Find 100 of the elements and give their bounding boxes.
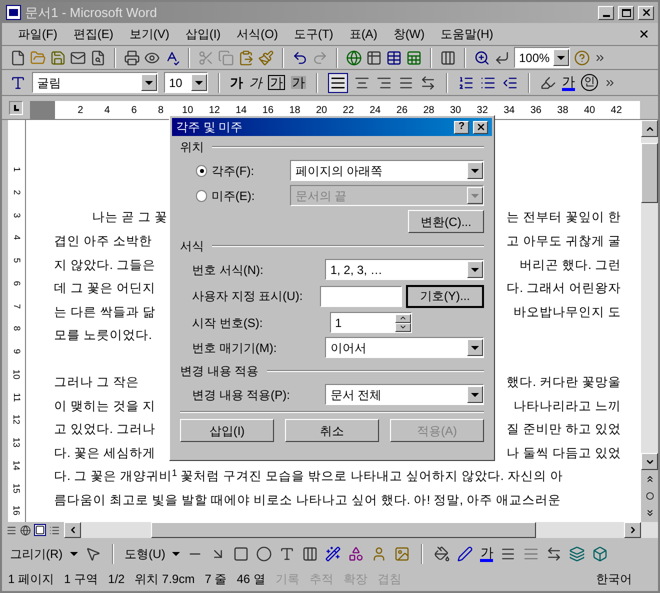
text-box-icon[interactable] bbox=[279, 546, 296, 562]
close-button[interactable] bbox=[473, 120, 488, 134]
justify-button[interactable] bbox=[328, 72, 348, 92]
menu-item[interactable]: 편집(E) bbox=[65, 25, 122, 43]
browse-object-icon[interactable] bbox=[646, 492, 654, 500]
menu-item[interactable]: 도구(T) bbox=[286, 25, 342, 43]
tab-stop-icon[interactable] bbox=[9, 101, 23, 115]
shapes-menu[interactable]: 도형(U) bbox=[124, 544, 166, 562]
oval-icon[interactable] bbox=[256, 546, 272, 562]
menu-item[interactable]: 파일(F) bbox=[10, 25, 66, 43]
help-icon[interactable] bbox=[574, 50, 590, 66]
font-color-button[interactable]: 가 bbox=[562, 74, 575, 90]
undo-icon[interactable] bbox=[292, 50, 308, 66]
numbering-select[interactable]: 이어서 bbox=[325, 337, 484, 358]
menu-item[interactable]: 보기(V) bbox=[121, 25, 178, 43]
text-style-button[interactable]: 가 bbox=[249, 76, 262, 89]
text-style-button[interactable]: 가 bbox=[230, 76, 243, 89]
line-spacing-icon[interactable] bbox=[420, 74, 436, 90]
menu-item[interactable]: 표(A) bbox=[341, 25, 386, 43]
highlighter-icon[interactable] bbox=[540, 74, 556, 90]
zoom-select[interactable]: 100% bbox=[514, 47, 570, 68]
dialog-button[interactable]: 삽입(I) bbox=[180, 419, 274, 442]
clip-art-icon[interactable] bbox=[371, 546, 388, 562]
custom-mark-field[interactable] bbox=[320, 286, 402, 306]
document-text: 름다움이 최고로 빛을 발할 때에야 비로소 나타나고 싶어 했다. 아! 정말, 아주 애교스러운 bbox=[54, 492, 562, 509]
field-label: 사용자 지정 표시(U): bbox=[192, 288, 304, 305]
vertical-scrollbar[interactable] bbox=[641, 120, 658, 522]
pointer-icon[interactable] bbox=[84, 546, 101, 562]
page-view-button[interactable] bbox=[34, 524, 46, 536]
page-search-icon[interactable] bbox=[90, 50, 106, 66]
return-arrow-icon[interactable] bbox=[494, 50, 510, 66]
document-text: 나타나리라고 느끼 bbox=[514, 398, 621, 415]
columns-icon[interactable] bbox=[440, 50, 456, 66]
text-style-button[interactable]: 가 bbox=[268, 75, 285, 90]
indent-icon[interactable] bbox=[502, 74, 518, 90]
scrollbar-thumb[interactable] bbox=[151, 522, 536, 538]
align-center-icon[interactable] bbox=[354, 74, 370, 90]
pen-icon[interactable] bbox=[457, 546, 474, 562]
ruler-number: 16 bbox=[11, 506, 23, 516]
location-select[interactable]: 페이지의 아래쪽 bbox=[290, 160, 484, 181]
rectangle-icon[interactable] bbox=[233, 546, 250, 562]
align-right-icon[interactable] bbox=[376, 74, 392, 90]
envelope-icon[interactable] bbox=[70, 50, 86, 66]
number-format-select[interactable]: 1, 2, 3, … bbox=[325, 259, 484, 280]
menu-item[interactable]: 창(W) bbox=[385, 25, 433, 43]
web-view-icon[interactable] bbox=[20, 524, 31, 536]
section-heading: 위치 bbox=[180, 139, 204, 156]
word-art-icon[interactable] bbox=[325, 546, 342, 562]
document-text: 는 전부터 꽃잎이 한 bbox=[506, 209, 621, 226]
minimize-icon bbox=[602, 14, 610, 16]
shadow-icon[interactable] bbox=[569, 546, 586, 562]
radio-button[interactable] bbox=[196, 164, 208, 176]
scrollbar-thumb[interactable] bbox=[641, 143, 658, 203]
font-select[interactable]: 굴림 bbox=[32, 72, 158, 93]
arrow-style-icon[interactable] bbox=[546, 546, 562, 562]
normal-view-icon[interactable] bbox=[6, 524, 17, 536]
diagram-icon[interactable] bbox=[348, 546, 364, 562]
dialog-button[interactable]: 취소 bbox=[285, 419, 379, 442]
close-icon bbox=[640, 7, 652, 18]
ruler-number: 14 bbox=[11, 460, 23, 470]
line-style-icon[interactable] bbox=[500, 546, 516, 562]
menu-item[interactable]: 서식(O) bbox=[228, 25, 286, 43]
distribute-icon[interactable] bbox=[398, 74, 414, 90]
next-page-icon[interactable] bbox=[644, 508, 654, 518]
font-color-button[interactable]: 가 bbox=[480, 546, 494, 562]
caret-icon[interactable] bbox=[172, 552, 180, 556]
numbered-list-icon[interactable] bbox=[458, 74, 474, 90]
spreadsheet-icon[interactable] bbox=[406, 50, 422, 66]
help-button[interactable]: ? bbox=[454, 120, 469, 134]
caret-icon[interactable] bbox=[70, 552, 78, 556]
font-size-select[interactable]: 10 bbox=[164, 72, 208, 93]
table-draw-icon[interactable] bbox=[366, 50, 382, 66]
start-number-spinner[interactable]: 1 bbox=[330, 312, 412, 333]
clipboard-icon[interactable] bbox=[238, 50, 254, 66]
close-icon[interactable] bbox=[638, 28, 650, 40]
vertical-text-box-icon[interactable] bbox=[302, 546, 318, 562]
text-style-button[interactable]: 가 bbox=[291, 76, 306, 89]
draw-menu[interactable]: 그리기(R) bbox=[10, 544, 63, 562]
apply-select[interactable]: 문서 전체 bbox=[325, 384, 484, 405]
close-button[interactable] bbox=[638, 6, 654, 20]
menu-item[interactable]: 도움말(H) bbox=[432, 25, 502, 43]
table-icon[interactable] bbox=[386, 50, 402, 66]
menu-item[interactable]: 삽입(I) bbox=[177, 25, 229, 43]
enclosed-character-button[interactable]: 인 bbox=[581, 74, 598, 91]
brush-icon[interactable] bbox=[258, 50, 274, 66]
blank-page-icon[interactable] bbox=[10, 50, 26, 66]
cube-icon[interactable] bbox=[592, 546, 608, 562]
printer-icon[interactable] bbox=[124, 50, 140, 66]
ruler-number: 7 bbox=[11, 303, 23, 308]
maximize-button[interactable] bbox=[618, 6, 634, 20]
magnifier-icon[interactable] bbox=[474, 50, 490, 66]
bullet-list-icon[interactable] bbox=[480, 74, 496, 90]
symbol-button[interactable]: 기호(Y)... bbox=[406, 284, 484, 308]
style-icon[interactable] bbox=[10, 74, 26, 90]
previous-page-icon[interactable] bbox=[644, 474, 654, 484]
picture-icon[interactable] bbox=[394, 546, 410, 562]
paint-bucket-icon[interactable] bbox=[434, 546, 450, 562]
minimize-button[interactable] bbox=[598, 6, 614, 20]
convert-button[interactable]: 변환(C)... bbox=[408, 210, 484, 233]
globe-icon[interactable] bbox=[346, 50, 362, 66]
